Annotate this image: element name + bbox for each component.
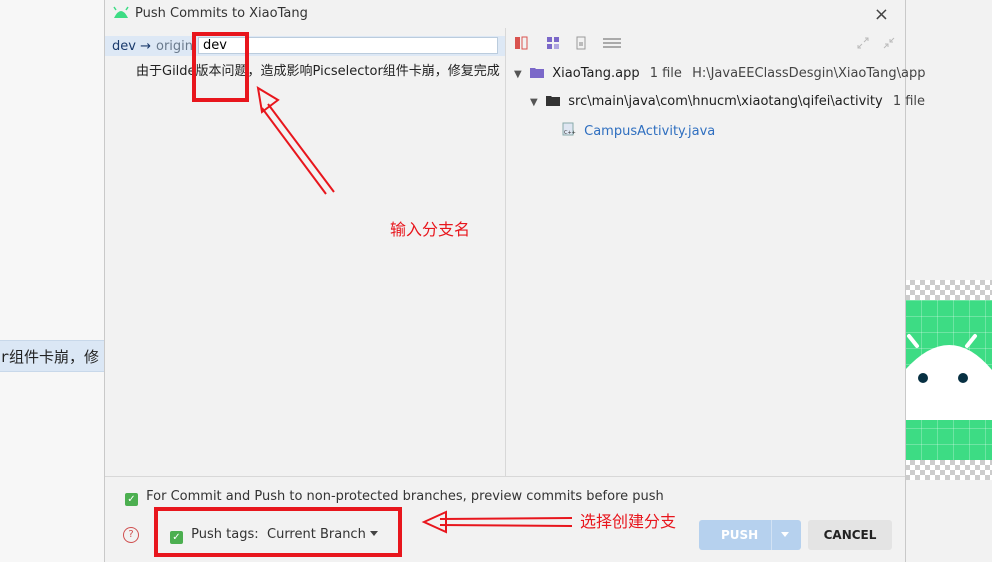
tree-folder[interactable]: ▼ src\main\java\com\hnucm\xiaotang\qifei… — [530, 94, 925, 109]
android-robot-icon — [905, 334, 992, 420]
folder-icon — [546, 96, 561, 106]
preview-commits-label: For Commit and Push to non-protected bra… — [146, 489, 664, 504]
module-folder-icon — [530, 68, 545, 78]
local-branch-name: dev — [112, 39, 136, 54]
background-editor: r组件卡崩，修 — [0, 0, 104, 562]
folder-file-count: 1 file — [892, 94, 926, 109]
svg-text:C++: C++ — [564, 130, 576, 136]
push-options-caret-icon[interactable] — [781, 532, 789, 537]
help-icon[interactable]: ? — [123, 527, 139, 543]
collapse-icon[interactable] — [882, 36, 896, 50]
dialog-title: Push Commits to XiaoTang — [135, 6, 308, 21]
preview-commits-checkbox[interactable]: ✓ — [125, 493, 138, 506]
module-path: H:\JavaEEClassDesgin\XiaoTang\app — [692, 66, 926, 81]
local-branch-label: dev → — [112, 39, 151, 54]
android-studio-icon — [113, 6, 129, 24]
arrow-icon: → — [140, 39, 151, 54]
tree-root-module[interactable]: ▼ XiaoTang.app 1 file H:\JavaEEClassDesg… — [514, 66, 926, 81]
module-file-count: 1 file — [649, 66, 682, 81]
file-name: CampusActivity.java — [584, 124, 716, 139]
maximize-icon[interactable] — [856, 36, 870, 50]
push-split-divider — [771, 520, 772, 550]
module-name: XiaoTang.app — [552, 66, 640, 81]
chevron-down-icon[interactable]: ▼ — [530, 97, 542, 108]
branch-input-highlight-box — [192, 32, 249, 102]
folder-path: src\main\java\com\hnucm\xiaotang\qifei\a… — [568, 94, 883, 109]
footer-separator — [105, 476, 905, 477]
diff-icon[interactable] — [514, 36, 528, 50]
cancel-button[interactable]: CANCEL — [808, 520, 892, 550]
push-tags-highlight-box — [154, 507, 402, 557]
editor-text-fragment: r组件卡崩，修 — [0, 348, 100, 366]
file-icon[interactable] — [574, 36, 588, 50]
android-adaptive-icon-preview — [905, 300, 992, 460]
dialog-titlebar: Push Commits to XiaoTang × — [105, 0, 905, 28]
tree-file[interactable]: C++ CampusActivity.java — [562, 122, 715, 139]
commit-message[interactable]: 由于Gilde版本问题，造成影响Picselector组件卡崩，修复完成 — [136, 60, 500, 79]
push-button[interactable]: PUSH — [699, 520, 801, 550]
changes-panel: ▼ XiaoTang.app 1 file H:\JavaEEClassDesg… — [506, 28, 926, 476]
branch-name-hint: 输入分支名 — [390, 220, 471, 239]
chevron-down-icon[interactable]: ▼ — [514, 69, 526, 80]
java-class-icon: C++ — [562, 122, 576, 136]
preview-commits-option[interactable]: ✓ For Commit and Push to non-protected b… — [125, 489, 664, 506]
branch-push-row[interactable]: dev → origin — [105, 36, 505, 56]
expand-all-icon[interactable] — [602, 36, 622, 50]
push-button-label: PUSH — [721, 528, 759, 542]
push-tags-hint: 选择创建分支 — [580, 512, 677, 531]
group-by-icon[interactable] — [546, 36, 560, 50]
remote-name: origin — [156, 39, 194, 54]
close-icon[interactable]: × — [874, 4, 889, 25]
commits-panel: dev → origin 由于Gilde版本问题，造成影响Picselector… — [105, 36, 505, 476]
